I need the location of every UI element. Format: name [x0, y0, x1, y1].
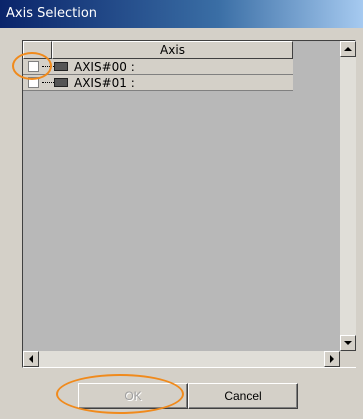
- scrollbar-corner: [340, 351, 356, 367]
- header-axis-column[interactable]: Axis: [52, 41, 293, 59]
- arrow-right-icon: [330, 355, 334, 363]
- axis-icon: [54, 78, 68, 87]
- arrow-up-icon: [344, 47, 352, 51]
- list-item-axis-01[interactable]: AXIS#01 :: [23, 75, 293, 91]
- axis-01-label: AXIS#01 :: [74, 75, 135, 90]
- arrow-left-icon: [29, 355, 33, 363]
- horizontal-scrollbar[interactable]: [23, 351, 340, 367]
- list-header: Axis: [23, 41, 293, 59]
- axis-icon: [54, 62, 68, 71]
- axis-00-label: AXIS#00 :: [74, 59, 135, 74]
- scroll-down-button[interactable]: [340, 335, 356, 351]
- scroll-right-button[interactable]: [324, 351, 340, 367]
- scroll-left-button[interactable]: [23, 351, 39, 367]
- title-bar: Axis Selection: [0, 0, 363, 28]
- tree-connector: [42, 81, 54, 84]
- tree-connector: [42, 65, 54, 68]
- window-title: Axis Selection: [6, 6, 98, 21]
- axis-list[interactable]: Axis AXIS#00 : AXIS#01 :: [22, 40, 356, 368]
- ok-button[interactable]: OK: [78, 383, 188, 409]
- list-item-axis-00[interactable]: AXIS#00 :: [23, 59, 293, 75]
- header-checkbox-column[interactable]: [23, 41, 52, 59]
- vertical-scrollbar[interactable]: [340, 41, 356, 351]
- axis-01-checkbox[interactable]: [28, 77, 39, 88]
- scroll-up-button[interactable]: [340, 41, 356, 57]
- arrow-down-icon: [344, 341, 352, 345]
- axis-00-checkbox[interactable]: [28, 61, 39, 72]
- cancel-button[interactable]: Cancel: [188, 383, 298, 409]
